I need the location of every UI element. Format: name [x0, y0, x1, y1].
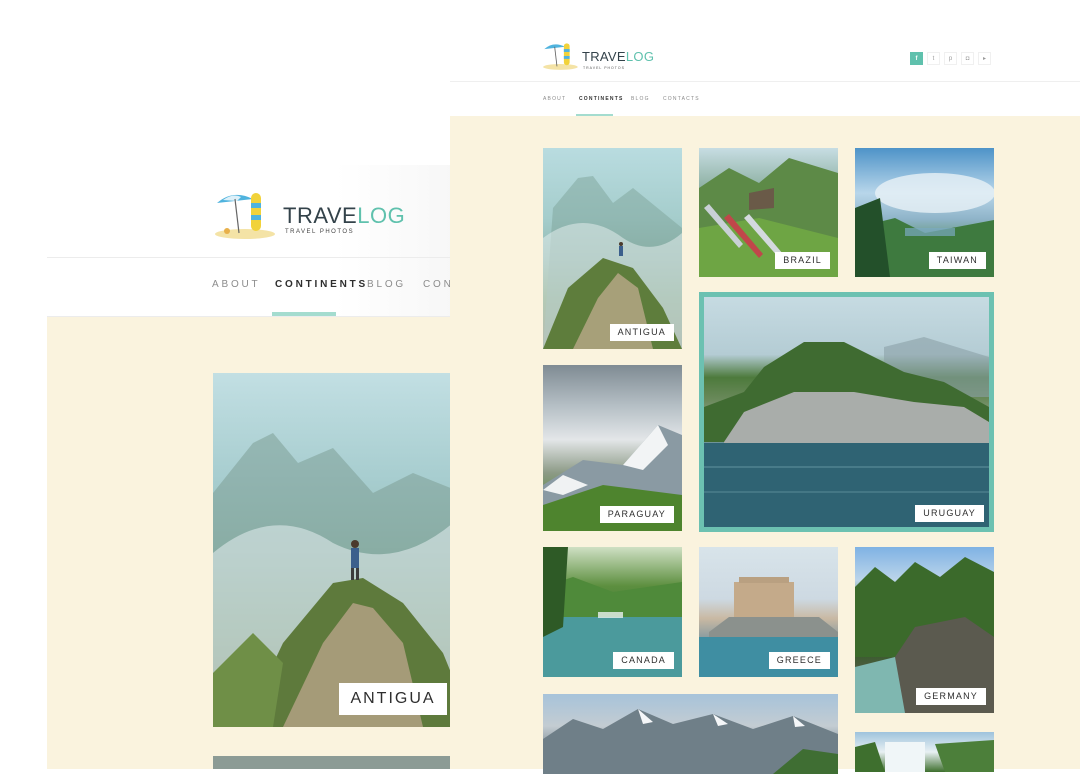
- gallery-tile-paraguay[interactable]: PARAGUAY: [543, 365, 682, 531]
- twitter-icon[interactable]: t: [927, 52, 940, 65]
- tile-label: PARAGUAY: [599, 506, 674, 523]
- gallery-tile-greece[interactable]: GREECE: [699, 547, 838, 677]
- gallery-content: ANTIGUA BRAZIL TAIWAN PARAGUAY URUGUAY C…: [450, 116, 1080, 774]
- gallery-tile-antigua[interactable]: ANTIGUA: [543, 148, 682, 349]
- gallery-tile-brazil[interactable]: BRAZIL: [699, 148, 838, 277]
- tile-label: GERMANY: [916, 688, 986, 705]
- pinterest-icon[interactable]: p: [944, 52, 957, 65]
- back-featured-label[interactable]: ANTIGUA: [339, 683, 447, 715]
- front-nav-continents[interactable]: CONTINENTS: [579, 96, 624, 102]
- tile-label: TAIWAN: [928, 252, 986, 269]
- front-page-preview: TRAVELOG TRAVEL PHOTOS f t p ◘ ▸ ABOUT C…: [450, 28, 1080, 774]
- beach-umbrella-logo-icon: [215, 193, 275, 239]
- gallery-tile-germany[interactable]: GERMANY: [855, 547, 994, 713]
- tile-label: CANADA: [613, 652, 674, 669]
- facebook-icon[interactable]: f: [910, 52, 923, 65]
- front-logo-title: TRAVELOG: [582, 49, 655, 64]
- front-header-divider: [450, 81, 1080, 82]
- back-nav-continents[interactable]: CONTINENTS: [275, 279, 368, 290]
- youtube-icon[interactable]: ▸: [978, 52, 991, 65]
- back-logo[interactable]: TRAVELOG TRAVEL PHOTOS: [213, 189, 405, 239]
- back-nav-active-underline: [272, 312, 336, 316]
- tile-label: BRAZIL: [775, 252, 830, 269]
- tile-label: ANTIGUA: [609, 324, 674, 341]
- front-nav-contacts[interactable]: CONTACTS: [663, 96, 700, 102]
- front-nav-about[interactable]: ABOUT: [543, 96, 566, 102]
- back-nav-blog[interactable]: BLOG: [367, 279, 406, 290]
- back-logo-title: TRAVELOG: [283, 203, 406, 228]
- antigua-photo: [543, 176, 682, 349]
- gallery-tile-canada[interactable]: CANADA: [543, 547, 682, 677]
- instagram-icon[interactable]: ◘: [961, 52, 974, 65]
- gallery-tile-uruguay[interactable]: URUGUAY: [699, 292, 994, 532]
- front-logo-tagline: TRAVEL PHOTOS: [583, 66, 625, 70]
- beach-umbrella-logo-icon: [543, 43, 578, 70]
- back-logo-tagline: TRAVEL PHOTOS: [285, 229, 355, 235]
- mountains-photo: [543, 709, 838, 774]
- back-nav-about[interactable]: ABOUT: [212, 279, 260, 290]
- front-logo[interactable]: TRAVELOG TRAVEL PHOTOS: [542, 41, 654, 75]
- waterfall-photo: [855, 740, 994, 772]
- front-nav-blog[interactable]: BLOG: [631, 96, 650, 102]
- gallery-tile-taiwan[interactable]: TAIWAN: [855, 148, 994, 277]
- tile-label: GREECE: [768, 652, 830, 669]
- tile-label: URUGUAY: [915, 505, 984, 522]
- gallery-tile-waterfall[interactable]: [855, 732, 994, 772]
- gallery-tile-mountains[interactable]: [543, 694, 838, 774]
- uruguay-photo: [704, 337, 989, 527]
